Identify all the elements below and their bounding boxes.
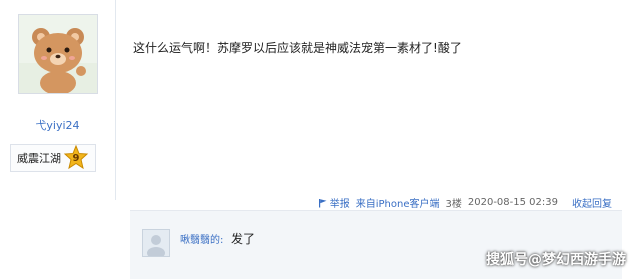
collapse-replies-button[interactable]: 收起回复: [572, 195, 612, 210]
rank-star-icon: 9: [63, 144, 89, 171]
reply-username[interactable]: 啾翳翳的:: [180, 231, 223, 246]
post-content: 这什么运气啊！苏摩罗以后应该就是神威法宠第一素材了!酸了: [133, 41, 462, 55]
author-username[interactable]: 弋yiyi24: [0, 117, 115, 133]
watermark-text: 搜狐号@梦幻西游手游: [486, 252, 626, 268]
avatar[interactable]: [18, 14, 98, 94]
reply-avatar[interactable]: [142, 229, 170, 259]
post-meta: 举报 来自iPhone客户端 3楼 2020-08-15 02:39 收起回复: [318, 195, 612, 210]
column-divider: [115, 0, 116, 200]
bear-avatar-icon: [19, 15, 97, 93]
post-source[interactable]: 来自iPhone客户端: [356, 195, 440, 210]
post-floor: 3楼: [445, 199, 462, 210]
report-label: 举报: [329, 199, 350, 210]
post-timestamp: 2020-08-15 02:39: [467, 197, 558, 208]
default-user-icon: [147, 235, 165, 259]
rank-level: 9: [72, 152, 80, 164]
flag-icon: [318, 198, 327, 207]
rank-badge-box: 威震江湖 9: [10, 144, 96, 172]
reply-content: 发了: [231, 232, 256, 246]
report-link[interactable]: 举报: [318, 195, 350, 210]
rank-label: 威震江湖: [17, 152, 61, 165]
author-panel: 弋yiyi24 威震江湖 9: [0, 0, 115, 278]
watermark: 搜狐号@梦幻西游手游: [486, 249, 626, 269]
